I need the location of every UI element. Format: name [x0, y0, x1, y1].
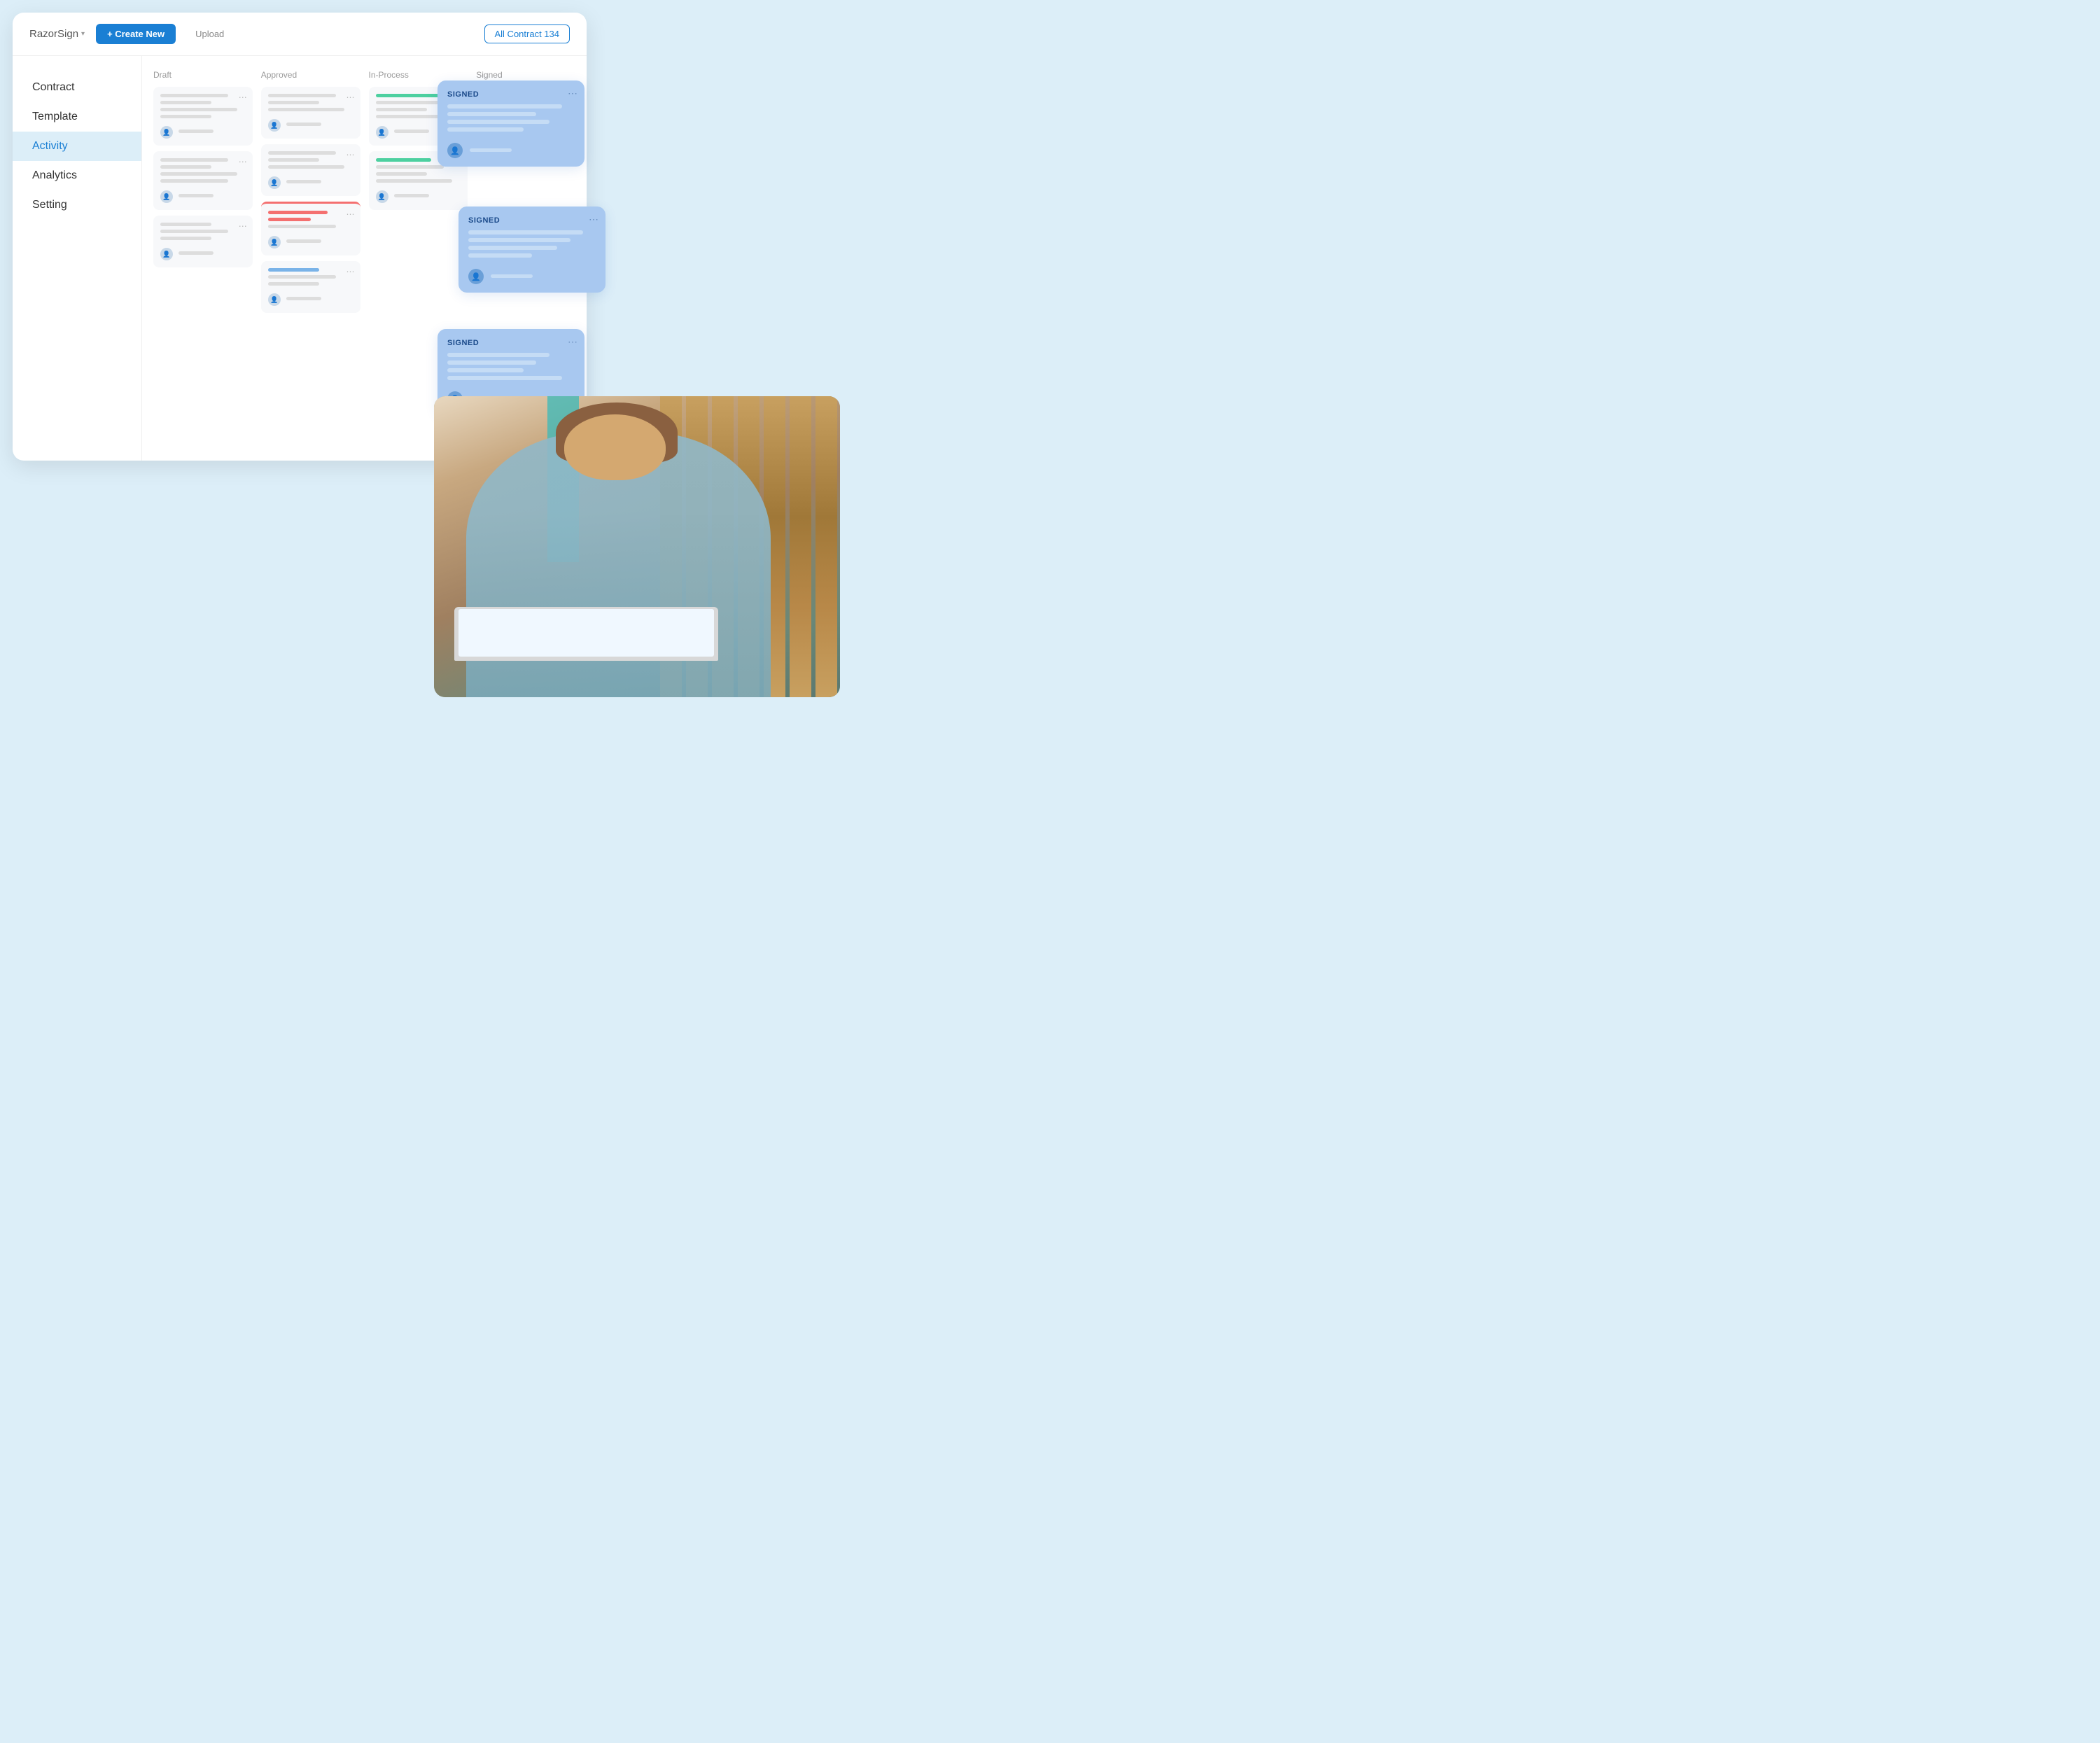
col-header-in-process: In-Process: [369, 70, 468, 80]
sidebar-item-template[interactable]: Template: [13, 102, 141, 132]
avatar-line: [178, 130, 214, 133]
brand-name: RazorSign ▾: [29, 28, 85, 40]
toolbar: RazorSign ▾ + Create New Upload All Cont…: [13, 13, 587, 56]
card-approved-4[interactable]: ⋯ 👤: [261, 261, 360, 313]
avatar: 👤: [268, 236, 281, 248]
upload-button[interactable]: Upload: [187, 24, 232, 44]
kanban-col-draft: Draft ⋯ 👤 ⋯: [153, 70, 253, 449]
avatar: 👤: [376, 190, 388, 203]
card-dots-icon[interactable]: ⋯: [239, 157, 247, 167]
signed-badge: SIGNED: [447, 90, 575, 99]
person-head: [564, 414, 666, 481]
avatar: 👤: [376, 126, 388, 139]
avatar-line: [286, 122, 321, 126]
signed-card-2[interactable]: ⋯ SIGNED 👤: [458, 206, 606, 293]
laptop: [454, 607, 718, 661]
card-dots-icon[interactable]: ⋯: [568, 88, 578, 99]
signed-card-1[interactable]: ⋯ SIGNED 👤: [438, 80, 584, 167]
card-dots-icon[interactable]: ⋯: [239, 221, 247, 231]
avatar-line: [178, 251, 214, 255]
card-draft-2[interactable]: ⋯ 👤: [153, 151, 253, 210]
avatar: 👤: [160, 190, 173, 203]
card-dots-icon[interactable]: ⋯: [346, 92, 355, 102]
avatar: 👤: [468, 269, 484, 284]
avatar: 👤: [160, 248, 173, 260]
sidebar: Contract Template Activity Analytics Set…: [13, 56, 142, 461]
all-contract-badge[interactable]: All Contract 134: [484, 24, 570, 43]
avatar-line: [470, 148, 512, 152]
sidebar-item-analytics[interactable]: Analytics: [13, 161, 141, 190]
card-dots-icon[interactable]: ⋯: [346, 209, 355, 219]
avatar-line: [286, 297, 321, 300]
avatar: 👤: [268, 176, 281, 189]
laptop-screen: [458, 609, 714, 657]
card-dots-icon[interactable]: ⋯: [568, 336, 578, 348]
avatar-line: [286, 239, 321, 243]
photo-section: [434, 396, 840, 697]
col-header-approved: Approved: [261, 70, 360, 80]
avatar-line: [394, 130, 429, 133]
signed-badge: SIGNED: [447, 339, 575, 347]
card-draft-1[interactable]: ⋯ 👤: [153, 87, 253, 146]
sidebar-item-contract[interactable]: Contract: [13, 73, 141, 102]
card-approved-2[interactable]: ⋯ 👤: [261, 144, 360, 196]
avatar-line: [286, 180, 321, 183]
avatar: 👤: [160, 126, 173, 139]
avatar: 👤: [268, 119, 281, 132]
create-new-button[interactable]: + Create New: [96, 24, 176, 44]
brand-chevron-icon: ▾: [81, 30, 85, 38]
card-approved-3[interactable]: ⋯ 👤: [261, 202, 360, 255]
col-header-signed: Signed: [476, 70, 575, 80]
avatar-line: [394, 194, 429, 197]
signed-badge: SIGNED: [468, 216, 596, 225]
card-dots-icon[interactable]: ⋯: [346, 150, 355, 160]
col-header-draft: Draft: [153, 70, 253, 80]
card-dots-icon[interactable]: ⋯: [589, 214, 598, 225]
card-approved-1[interactable]: ⋯ 👤: [261, 87, 360, 139]
avatar-line: [491, 274, 533, 278]
card-dots-icon[interactable]: ⋯: [239, 92, 247, 102]
avatar: 👤: [447, 143, 463, 158]
avatar-line: [178, 194, 214, 197]
avatar: 👤: [268, 293, 281, 306]
kanban-col-approved: Approved ⋯ 👤 ⋯: [261, 70, 360, 449]
sidebar-item-setting[interactable]: Setting: [13, 190, 141, 220]
card-draft-3[interactable]: ⋯ 👤: [153, 216, 253, 267]
sidebar-item-activity[interactable]: Activity: [13, 132, 141, 161]
card-dots-icon[interactable]: ⋯: [346, 267, 355, 276]
